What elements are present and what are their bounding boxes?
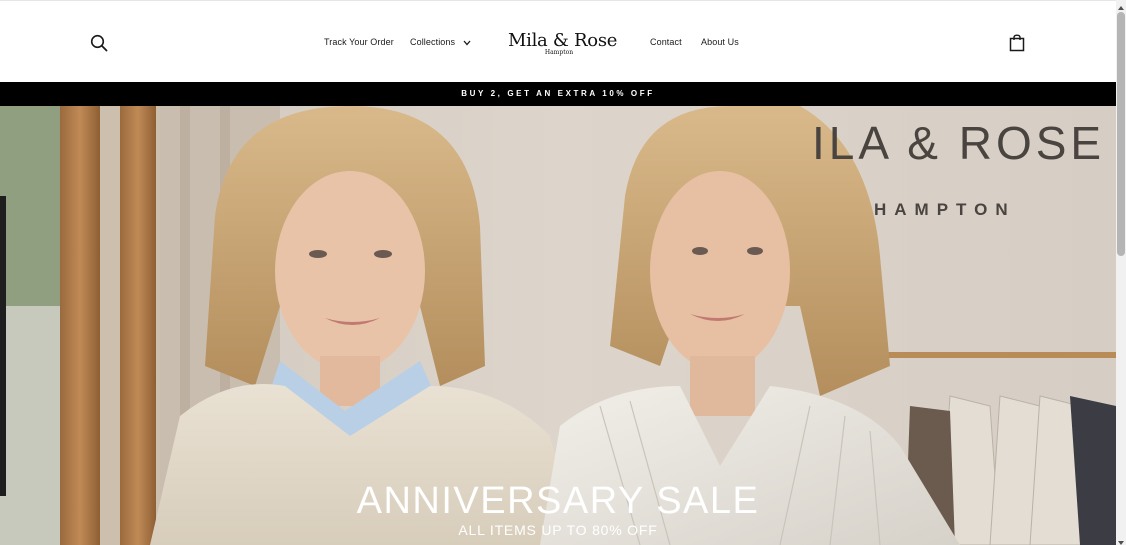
cart-button[interactable] <box>1009 34 1025 52</box>
hero-banner[interactable]: ILA & ROSE HAMPTON ANNIVERSARY SALE ALL … <box>0 106 1116 545</box>
scroll-down-arrow[interactable] <box>1116 535 1126 545</box>
site-logo[interactable]: Mila & Rose Hampton <box>508 30 618 56</box>
vertical-scrollbar[interactable] <box>1116 0 1126 545</box>
announcement-bar[interactable]: BUY 2, GET AN EXTRA 10% OFF <box>0 82 1116 106</box>
search-icon <box>90 34 108 52</box>
shopping-bag-icon <box>1009 34 1025 52</box>
arrow-down-icon <box>1118 541 1124 545</box>
wall-sign-brand: ILA & ROSE <box>812 117 1106 169</box>
nav-about-us[interactable]: About Us <box>701 37 739 47</box>
nav-collections-label: Collections <box>410 37 456 47</box>
page: Track Your Order Collections Mila & Rose… <box>0 0 1126 545</box>
scroll-up-arrow[interactable] <box>1116 0 1126 10</box>
hero-subtitle: ALL ITEMS UP TO 80% OFF <box>458 522 658 538</box>
search-button[interactable] <box>90 34 108 52</box>
chevron-down-icon <box>463 40 471 46</box>
hero-title: ANNIVERSARY SALE <box>356 480 760 522</box>
scrollbar-thumb[interactable] <box>1117 12 1125 256</box>
site-header: Track Your Order Collections Mila & Rose… <box>0 0 1116 82</box>
wall-sign-location: HAMPTON <box>874 200 1016 219</box>
nav-collections[interactable]: Collections <box>410 37 471 47</box>
viewport: Track Your Order Collections Mila & Rose… <box>0 0 1116 545</box>
logo-main-text: Mila & Rose <box>508 30 618 51</box>
nav-contact[interactable]: Contact <box>650 37 682 47</box>
nav-track-your-order[interactable]: Track Your Order <box>324 37 394 47</box>
